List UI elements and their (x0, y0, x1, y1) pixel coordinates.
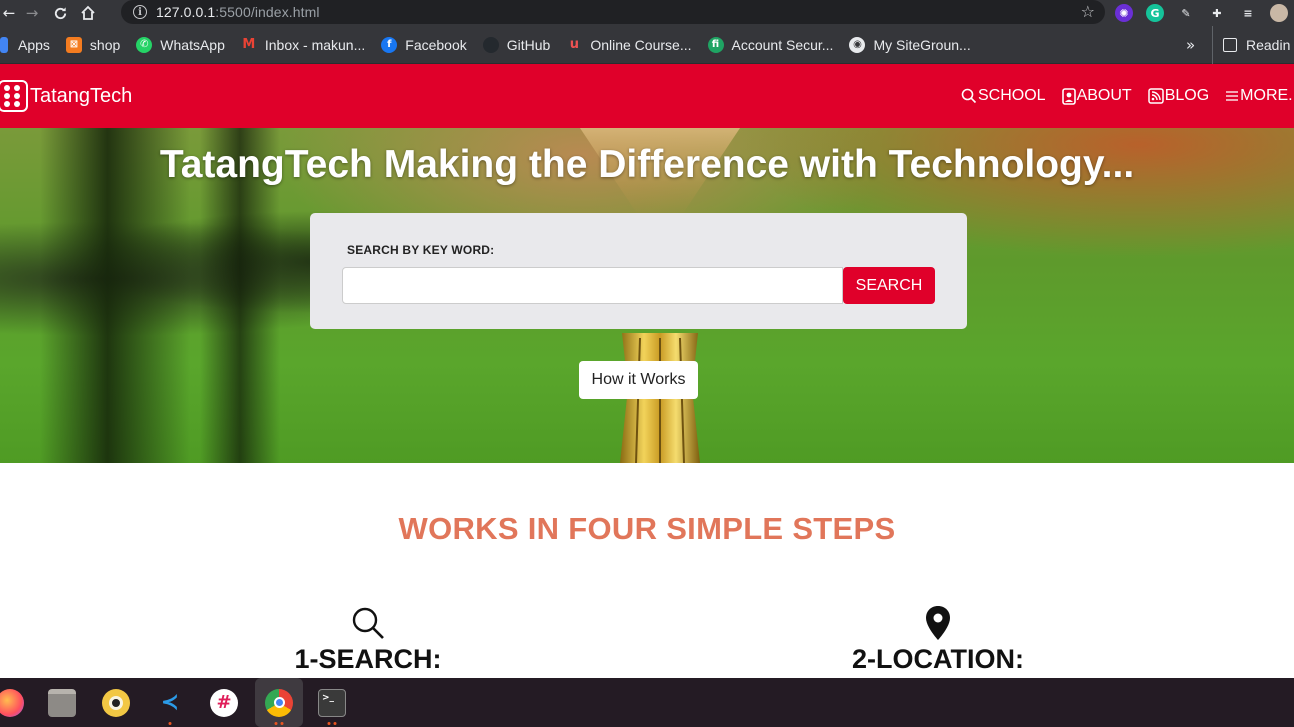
profile-avatar[interactable] (1270, 4, 1288, 22)
facebook-icon: f (381, 36, 398, 53)
taskbar-firefox[interactable] (0, 678, 34, 727)
dice-logo-icon (0, 80, 28, 112)
bookmark-shop[interactable]: ⊠ shop (58, 26, 128, 64)
shop-icon: ⊠ (65, 36, 82, 53)
step-title: 2-LOCATION: (852, 644, 1024, 674)
nav-links: SCHOOL ABOUT BLOG MORE. (961, 64, 1294, 128)
forward-arrow-icon[interactable]: → (18, 0, 46, 26)
step-location: 2-LOCATION: (788, 604, 1088, 675)
bookmark-facebook[interactable]: f Facebook (373, 26, 474, 64)
list-icon (1226, 91, 1239, 101)
chrome-icon (265, 688, 293, 717)
vscode-icon: ≺ (160, 690, 180, 715)
bookmark-inbox[interactable]: M Inbox - makun... (233, 26, 373, 64)
extension-pen-icon[interactable]: ✎ (1177, 4, 1195, 22)
rss-icon (1147, 88, 1164, 104)
person-badge-icon (1061, 87, 1076, 105)
bookmark-github[interactable]: GitHub (475, 26, 559, 64)
bookmark-apps[interactable]: Apps (0, 26, 58, 64)
bookmark-online-course[interactable]: u Online Course... (558, 26, 699, 64)
reading-list-button[interactable]: Readin (1212, 26, 1290, 64)
search-card: SEARCH BY KEY WORD: SEARCH (310, 213, 967, 329)
home-icon[interactable] (74, 0, 102, 26)
os-taskbar: ≺ # >_ (0, 678, 1294, 727)
nav-school[interactable]: SCHOOL (961, 87, 1046, 105)
nav-more[interactable]: MORE. (1225, 87, 1293, 105)
files-icon (48, 688, 76, 717)
nav-blog[interactable]: BLOG (1147, 87, 1209, 105)
step-search: 1-SEARCH: (218, 604, 518, 675)
taskbar-chrome[interactable] (255, 678, 303, 727)
media-control-icon[interactable]: ≡ (1239, 4, 1257, 22)
taskbar-rhythmbox[interactable] (92, 678, 140, 727)
rhythmbox-icon (102, 688, 130, 717)
gmail-icon: M (242, 37, 256, 52)
reading-list-icon (1223, 38, 1237, 52)
extension-purple-icon[interactable]: ✺ (1115, 4, 1133, 22)
taskbar-slack[interactable]: # (200, 678, 248, 727)
slack-icon: # (210, 688, 238, 717)
siteground-icon: ◉ (849, 36, 866, 53)
github-icon (482, 36, 499, 53)
how-it-works-button[interactable]: How it Works (579, 361, 698, 399)
bookmark-account-security[interactable]: fi Account Secur... (700, 26, 842, 64)
site-info-icon[interactable]: i (133, 5, 147, 19)
apps-grid-icon (0, 36, 8, 53)
step-title: 1-SEARCH: (294, 644, 442, 674)
taskbar-files[interactable] (38, 678, 86, 727)
grammarly-icon[interactable]: G (1146, 4, 1164, 22)
bookmark-star-icon[interactable]: ☆ (1081, 2, 1095, 21)
whatsapp-icon: ✆ (136, 36, 153, 53)
taskbar-terminal[interactable]: >_ (308, 678, 356, 727)
search-button[interactable]: SEARCH (843, 267, 935, 304)
search-input[interactable] (342, 267, 843, 304)
bookmark-siteground[interactable]: ◉ My SiteGroun... (841, 26, 978, 64)
browser-toolbar: ← → i 127.0.0.1:5500/index.html ☆ ✺ G ✎ … (0, 0, 1294, 26)
reload-icon[interactable] (46, 0, 74, 26)
address-bar[interactable]: i 127.0.0.1:5500/index.html ☆ (121, 0, 1105, 24)
hero-title: TatangTech Making the Difference with Te… (159, 143, 1135, 186)
nav-about[interactable]: ABOUT (1061, 87, 1132, 105)
bookmarks-overflow-button[interactable]: » (1186, 26, 1195, 64)
search-icon (352, 607, 384, 639)
brand-link[interactable]: TatangTech (0, 64, 132, 128)
account-security-icon: fi (707, 36, 724, 53)
steps-heading: WORKS IN FOUR SIMPLE STEPS (398, 511, 896, 546)
map-pin-icon (926, 606, 950, 640)
taskbar-vscode[interactable]: ≺ (146, 678, 194, 727)
back-arrow-icon[interactable]: ← (0, 0, 18, 26)
brand-name: TatangTech (30, 84, 133, 107)
search-icon (961, 88, 977, 104)
extensions-puzzle-icon[interactable]: ✚ (1208, 4, 1226, 22)
url-text: 127.0.0.1:5500/index.html (156, 4, 320, 20)
terminal-icon: >_ (318, 688, 346, 717)
bookmarks-bar: Apps ⊠ shop ✆ WhatsApp M Inbox - makun... f… (0, 26, 1294, 64)
bookmark-whatsapp[interactable]: ✆ WhatsApp (128, 26, 233, 64)
extensions-area: ✺ G ✎ ✚ ≡ (1115, 0, 1288, 26)
search-label: SEARCH BY KEY WORD: (347, 243, 495, 257)
udemy-icon: u (569, 37, 579, 52)
firefox-icon (0, 688, 24, 717)
